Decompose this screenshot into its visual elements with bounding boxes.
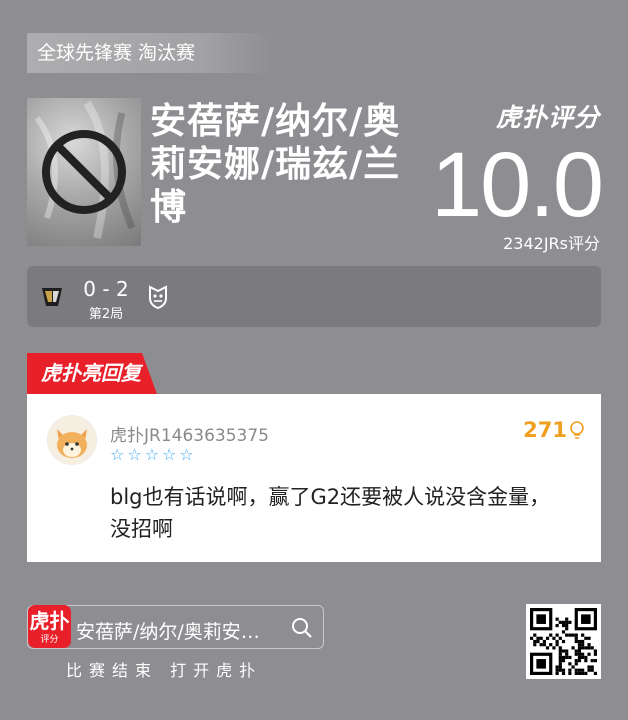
like-count[interactable]: 271 (523, 418, 567, 442)
search-bar[interactable]: 安蓓萨/纳尔/奥莉安… (27, 605, 324, 649)
match-info[interactable]: 0 - 2 第2局 (27, 266, 601, 327)
highlight-reply-tag: 虎扑亮回复 (27, 353, 157, 394)
score-value: 10.0 (430, 134, 604, 236)
qr-code-icon (530, 608, 597, 675)
stage-title: 全球先锋赛 淘汰赛 (27, 33, 275, 73)
app-icon-label: 虎扑 (29, 609, 70, 633)
fox-avatar-icon (47, 415, 97, 465)
brand-label: 虎扑评分 (495, 103, 600, 132)
search-icon[interactable] (291, 617, 313, 639)
lightbulb-icon[interactable] (569, 421, 585, 441)
hero-name: 安蓓萨/纳尔/奥莉安娜/瑞兹/兰博 (150, 101, 401, 228)
search-text: 安蓓萨/纳尔/奥莉安… (76, 621, 260, 643)
username[interactable]: 虎扑JR1463635375 (110, 421, 269, 446)
qr-code (526, 604, 601, 679)
reply-card[interactable]: 虎扑JR1463635375 ☆☆☆☆☆ 271 blg也有话说啊，赢了G2还要… (27, 394, 601, 562)
avatar[interactable] (47, 415, 97, 465)
prohibited-icon (34, 100, 136, 239)
reply-text: blg也有话说啊，赢了G2还要被人说没含金量，没招啊 (110, 485, 551, 541)
hupu-app-icon[interactable]: 虎扑 评分 (28, 605, 71, 648)
g2-logo-icon (149, 285, 167, 310)
team-logo-icon (42, 288, 62, 306)
match-game: 第2局 (88, 307, 124, 322)
star-rating: ☆☆☆☆☆ (110, 445, 197, 464)
rating-count: 2342JRs评分 (503, 234, 600, 253)
hero-image (27, 98, 141, 246)
app-icon-sublabel: 评分 (40, 635, 59, 645)
footer-caption: 比赛结束 打开虎扑 (66, 661, 263, 680)
match-score: 0 - 2 (83, 277, 129, 301)
